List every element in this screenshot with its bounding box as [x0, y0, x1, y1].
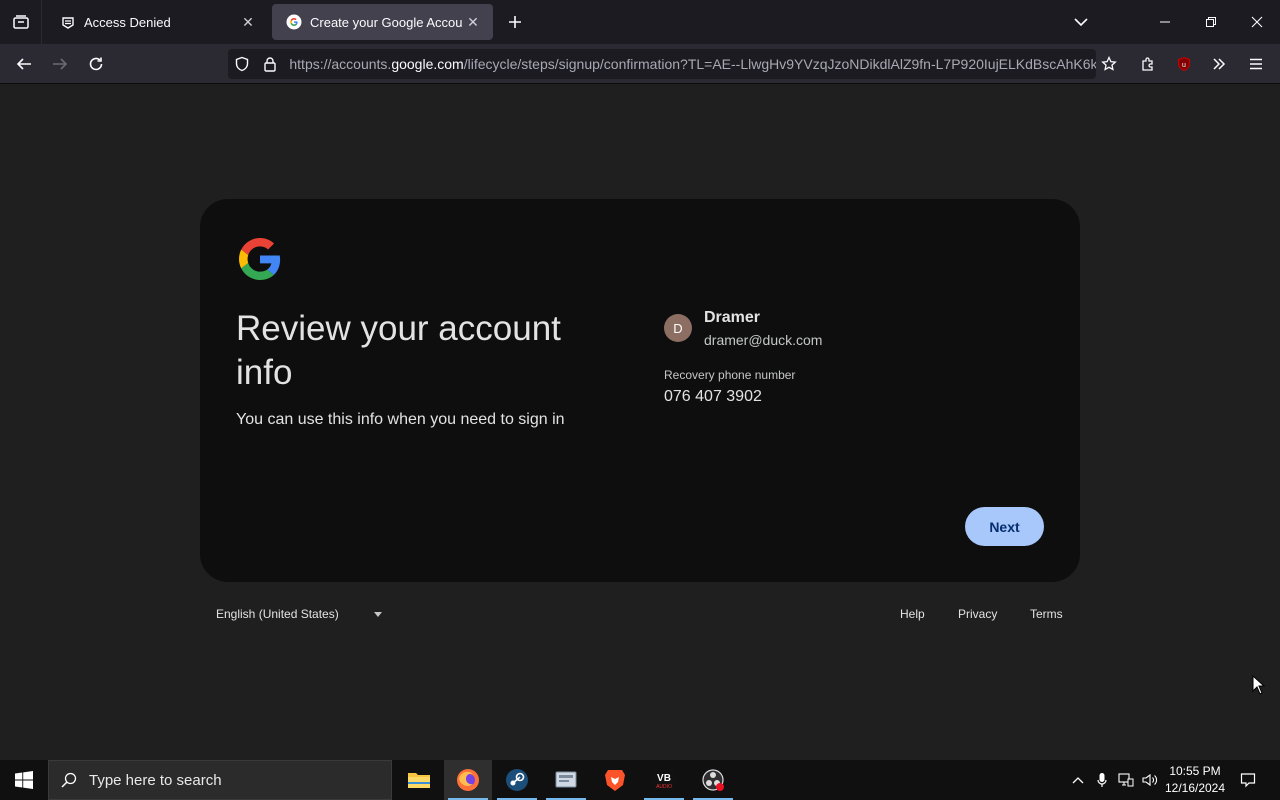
close-window-button[interactable]	[1234, 0, 1280, 44]
close-tab-icon[interactable]: ✕	[463, 12, 483, 32]
tab-list-button[interactable]	[0, 0, 42, 44]
microphone-icon	[1097, 773, 1107, 787]
plus-icon	[509, 16, 521, 28]
svg-text:AUDIO: AUDIO	[656, 784, 672, 790]
network-icon	[1118, 773, 1134, 787]
tab-title: Access Denied	[84, 14, 171, 30]
help-link[interactable]: Help	[900, 607, 925, 621]
back-button[interactable]	[10, 50, 38, 78]
firefox-icon	[457, 769, 479, 791]
google-icon	[286, 14, 302, 30]
terms-link[interactable]: Terms	[1030, 607, 1063, 621]
ublock-shield-icon: u	[1178, 56, 1190, 72]
tab-bar: Access Denied ✕ Create your Google Accou…	[0, 0, 1280, 44]
mouse-cursor-icon	[1252, 675, 1266, 695]
close-tab-icon[interactable]: ✕	[238, 12, 258, 32]
double-chevron-right-icon	[1213, 58, 1226, 70]
chevron-up-icon	[1072, 777, 1084, 784]
taskbar-brave[interactable]	[591, 760, 639, 800]
brave-icon	[605, 770, 625, 791]
language-select[interactable]: English (United States)	[216, 607, 382, 621]
search-icon	[49, 772, 89, 788]
volume-tray-button[interactable]	[1140, 760, 1160, 800]
hamburger-menu-icon	[1250, 58, 1262, 70]
lock-icon[interactable]	[256, 56, 284, 72]
network-tray-button[interactable]	[1116, 760, 1136, 800]
language-select-value: English (United States)	[216, 607, 339, 621]
url-text: https://accounts.google.com/lifecycle/st…	[289, 56, 1096, 72]
file-explorer-icon	[408, 773, 430, 788]
puzzle-icon	[1142, 57, 1153, 71]
windows-logo-icon	[15, 771, 33, 789]
obs-icon	[702, 769, 724, 791]
recovery-phone-label: Recovery phone number	[664, 368, 796, 382]
show-hidden-icons-button[interactable]	[1068, 760, 1088, 800]
taskbar-firefox[interactable]	[444, 760, 492, 800]
page-subtitle: You can use this info when you need to s…	[236, 411, 565, 428]
page-title: Review your account info	[236, 309, 561, 392]
next-button[interactable]: Next	[965, 507, 1044, 546]
taskbar-search-box[interactable]: Type here to search	[48, 760, 392, 800]
account-name: Dramer	[704, 309, 761, 326]
google-logo-icon	[239, 238, 281, 280]
clock-time: 10:55 PM	[1169, 764, 1221, 778]
clock-date: 12/16/2024	[1164, 781, 1226, 795]
recovery-phone-value: 076 407 3902	[664, 388, 762, 405]
search-placeholder: Type here to search	[89, 771, 222, 789]
taskbar-clock[interactable]: 10:55 PM 12/16/2024	[1160, 763, 1230, 797]
svg-text:u: u	[1182, 62, 1186, 69]
arrow-left-icon	[16, 58, 31, 70]
account-email: dramer@duck.com	[704, 332, 823, 348]
avatar: D	[664, 314, 692, 342]
tab-create-google-account[interactable]: Create your Google Account ✕	[272, 4, 493, 40]
start-button[interactable]	[0, 760, 48, 800]
microphone-tray-button[interactable]	[1092, 760, 1112, 800]
notifications-button[interactable]	[1234, 760, 1262, 800]
privacy-link[interactable]: Privacy	[958, 607, 997, 621]
arrow-right-icon	[53, 58, 68, 70]
new-tab-button[interactable]	[503, 10, 527, 34]
tab-list-icon	[12, 15, 29, 29]
taskbar-file-explorer[interactable]	[395, 760, 443, 800]
reload-icon	[89, 57, 103, 71]
tab-access-denied[interactable]: Access Denied ✕	[46, 4, 268, 40]
star-icon	[1101, 56, 1117, 71]
taskbar-steam[interactable]	[493, 760, 541, 800]
speaker-icon	[1142, 773, 1157, 787]
list-all-tabs-button[interactable]	[1068, 10, 1094, 34]
reload-button[interactable]	[82, 50, 110, 78]
minimize-icon	[1160, 21, 1170, 23]
voicemeeter-icon: VBAUDIO	[652, 770, 676, 790]
notification-icon	[1240, 773, 1256, 788]
bookmark-button[interactable]	[1095, 50, 1123, 78]
dropdown-caret-icon	[374, 612, 382, 617]
page-content: Review your account info You can use thi…	[0, 84, 1280, 760]
close-icon	[1251, 16, 1263, 28]
cloudflare-icon	[60, 14, 76, 30]
extensions-button[interactable]	[1134, 50, 1162, 78]
restore-icon	[1206, 17, 1216, 27]
address-bar[interactable]: https://accounts.google.com/lifecycle/st…	[228, 49, 1096, 79]
app-menu-button[interactable]	[1242, 50, 1270, 78]
taskbar-app[interactable]	[542, 760, 590, 800]
taskbar-obs[interactable]	[689, 760, 737, 800]
signup-card: Review your account info You can use thi…	[200, 199, 1080, 582]
windows-taskbar: Type here to search VBAUDIO 10:55 PM 12	[0, 760, 1280, 800]
tracking-protection-shield-icon[interactable]	[228, 56, 256, 72]
ublock-origin-button[interactable]: u	[1170, 50, 1198, 78]
chevron-down-icon	[1074, 18, 1088, 27]
svg-text:VB: VB	[657, 773, 671, 784]
restore-button[interactable]	[1188, 0, 1234, 44]
tab-title: Create your Google Account	[310, 14, 463, 30]
more-tools-button[interactable]	[1205, 50, 1233, 78]
navigation-toolbar: https://accounts.google.com/lifecycle/st…	[0, 44, 1280, 105]
steam-icon	[506, 769, 528, 791]
app-icon	[555, 771, 577, 788]
forward-button[interactable]	[46, 50, 74, 78]
taskbar-voicemeeter[interactable]: VB AUDIO	[640, 760, 688, 800]
minimize-button[interactable]	[1142, 0, 1188, 44]
